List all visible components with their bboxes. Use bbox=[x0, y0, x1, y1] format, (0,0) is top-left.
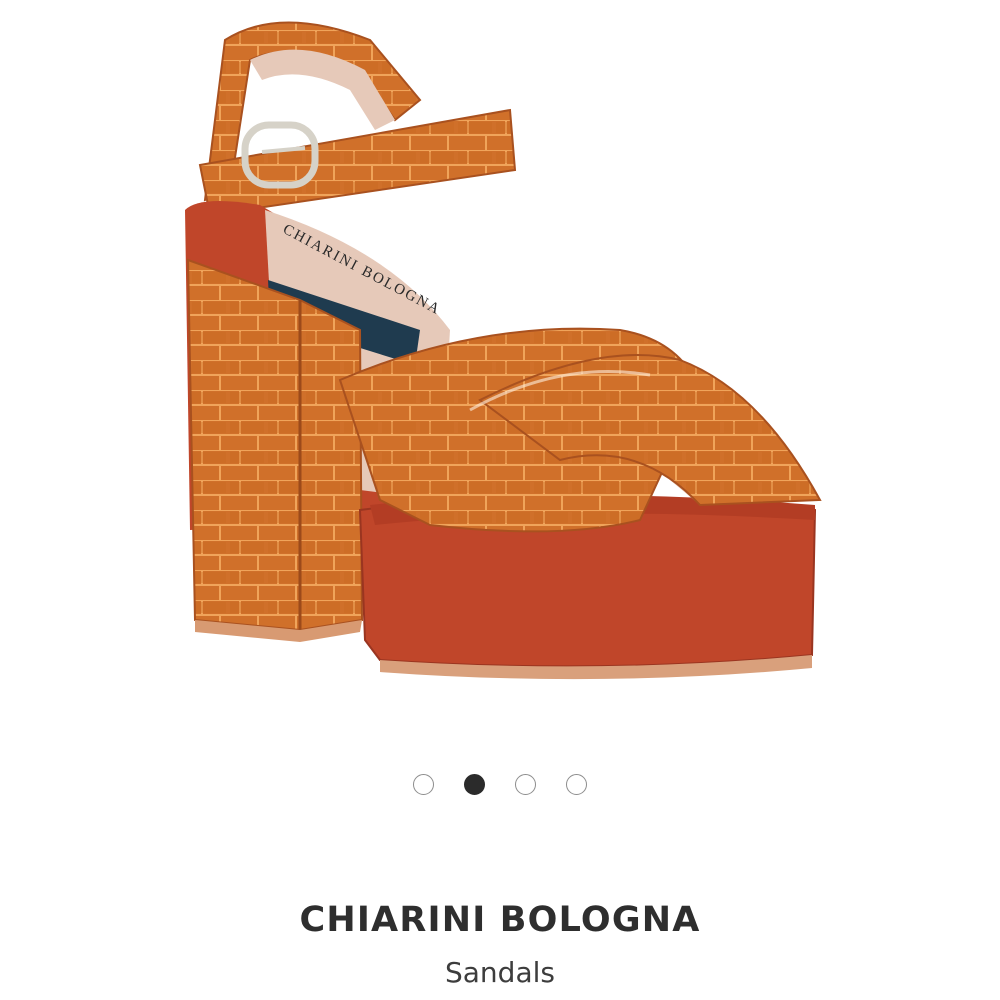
product-brand[interactable]: CHIARINI BOLOGNA bbox=[0, 900, 1000, 940]
sandal-photo: CHIARINI BOLOGNA bbox=[185, 21, 822, 680]
pagination-dot-3[interactable] bbox=[515, 774, 536, 795]
image-pagination bbox=[0, 774, 1000, 795]
pagination-dot-1[interactable] bbox=[413, 774, 434, 795]
product-image[interactable]: CHIARINI BOLOGNA bbox=[0, 0, 1000, 740]
pagination-dot-4[interactable] bbox=[566, 774, 587, 795]
pagination-dot-2-active[interactable] bbox=[464, 774, 485, 795]
product-category: Sandals bbox=[445, 956, 555, 989]
